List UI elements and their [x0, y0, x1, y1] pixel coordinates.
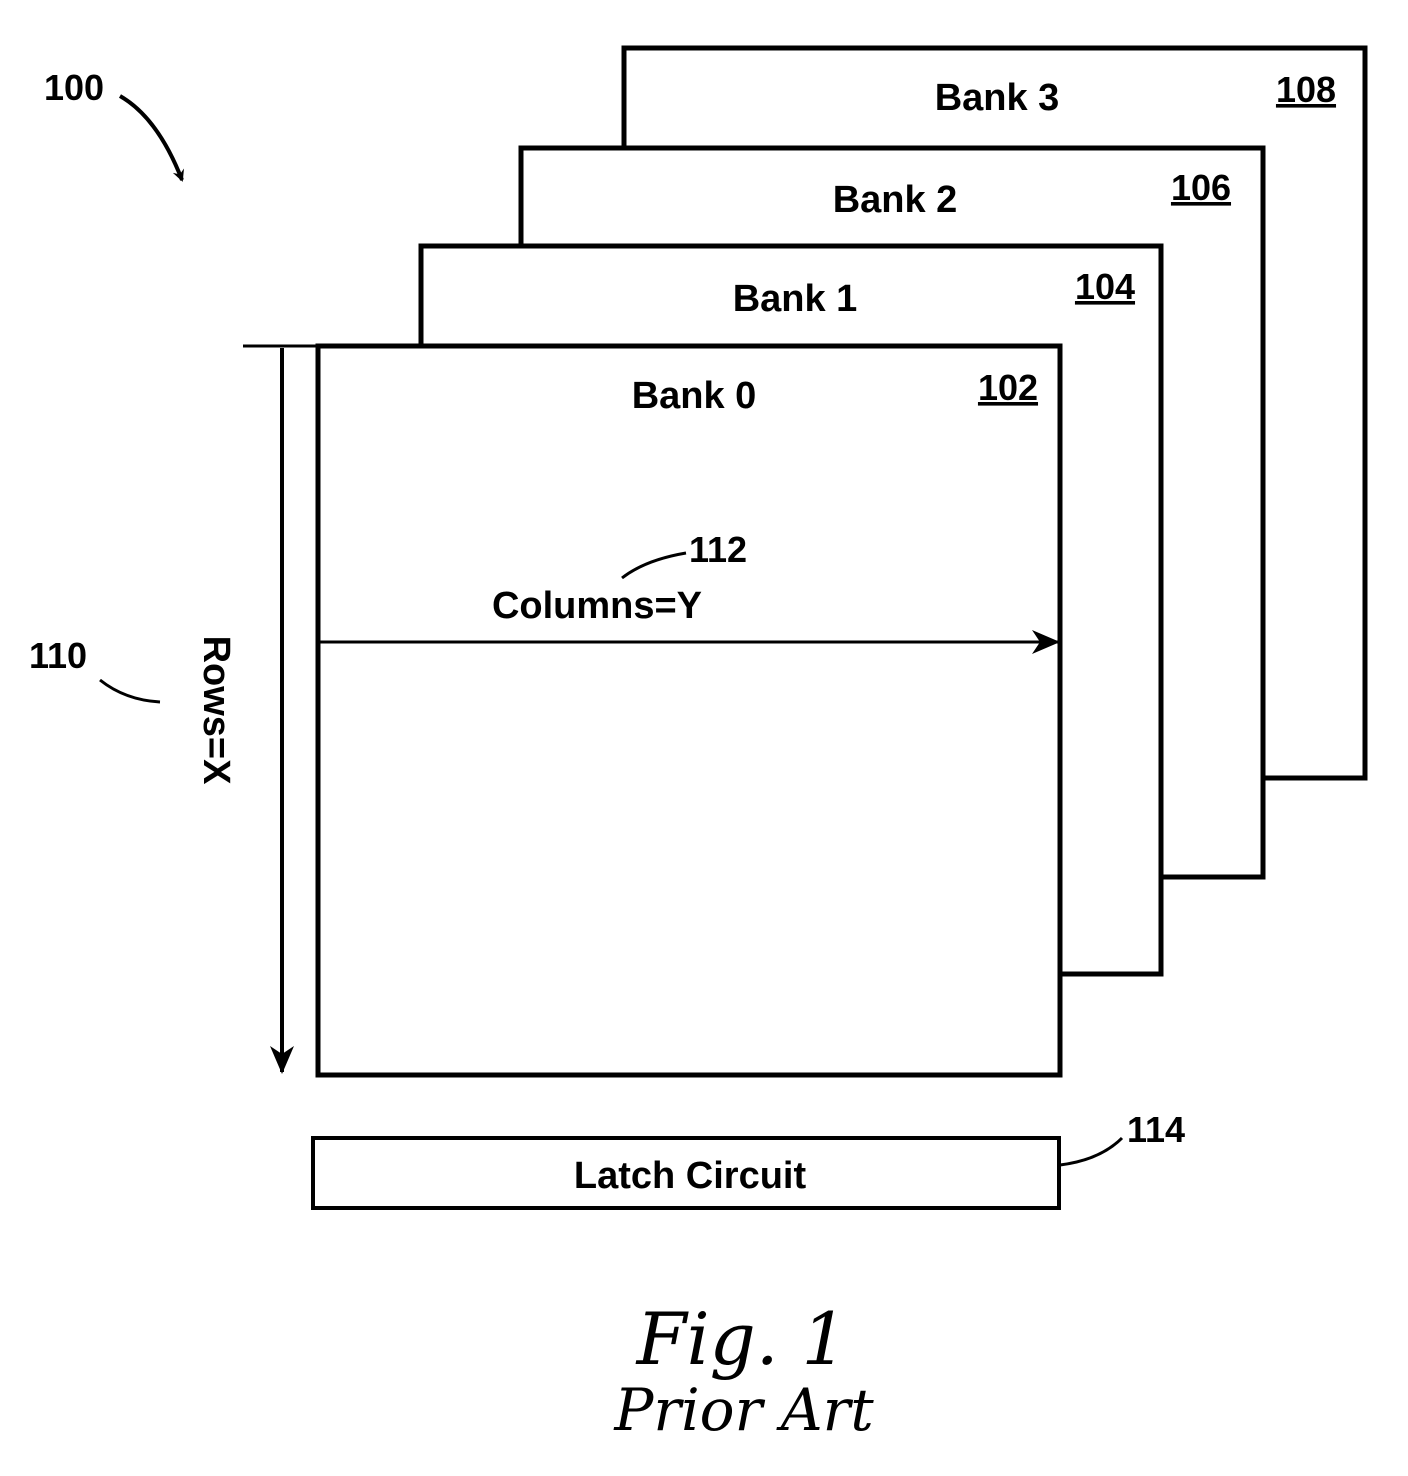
bank-2-label: Bank 2 — [833, 179, 958, 221]
latch-leader-line — [1059, 1136, 1124, 1167]
latch-circuit: Latch Circuit — [311, 1136, 1061, 1210]
bank-1-ref: 104 — [1075, 266, 1135, 307]
bank-0-ref: 102 — [978, 367, 1038, 408]
bank-0: Bank 0 102 — [315, 343, 1063, 1078]
bank-3-ref: 108 — [1276, 69, 1336, 110]
figure-ref: 100 — [44, 67, 104, 108]
columns-ref: 112 — [689, 529, 747, 570]
bank-1-label: Bank 1 — [733, 278, 858, 320]
rows-leader-line — [99, 678, 161, 704]
rows-label: Rows=X — [195, 636, 237, 786]
figure-caption: Fig. 1 — [635, 1297, 848, 1381]
memory-bank-diagram: Bank 3 108 Bank 2 106 Bank 1 104 Bank 0 … — [29, 45, 1368, 1444]
columns-label: Columns=Y — [492, 585, 702, 627]
bank-3-label: Bank 3 — [935, 77, 1060, 119]
bank-2-ref: 106 — [1171, 167, 1231, 208]
figure-ref-arrow — [118, 94, 184, 182]
latch-circuit-label: Latch Circuit — [574, 1155, 807, 1197]
bank-0-label: Bank 0 — [632, 375, 757, 417]
latch-ref: 114 — [1127, 1109, 1185, 1150]
rows-ref: 110 — [29, 635, 87, 676]
figure-subcaption: Prior Art — [613, 1376, 874, 1444]
